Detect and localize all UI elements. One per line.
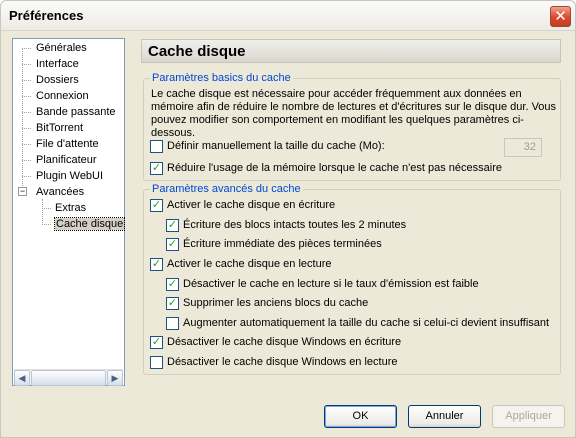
scroll-thumb[interactable] bbox=[31, 370, 106, 386]
tree-item-file-attente[interactable]: File d'attente bbox=[36, 137, 99, 152]
tree-item-avancees[interactable]: Avancées bbox=[36, 185, 84, 200]
tree-item-label: Plugin WebUI bbox=[36, 170, 104, 182]
tree-item-label: Planificateur bbox=[36, 154, 97, 166]
cancel-button[interactable]: Annuler bbox=[408, 405, 481, 428]
checkbox-box[interactable] bbox=[150, 356, 163, 369]
tree-item-label: File d'attente bbox=[36, 138, 99, 150]
tree-item-generales[interactable]: Générales bbox=[36, 41, 87, 56]
tree-item-bittorrent[interactable]: BitTorrent bbox=[36, 121, 83, 136]
cache-size-input[interactable]: 32 bbox=[504, 138, 542, 157]
ok-button[interactable]: OK bbox=[324, 405, 397, 428]
checkbox-label: Augmenter automatiquement la taille du c… bbox=[183, 317, 550, 329]
tree-item-label: Générales bbox=[36, 42, 87, 54]
checkbox-label: Écriture immédiate des pièces terminées bbox=[183, 238, 382, 250]
checkbox-label: Supprimer les anciens blocs du cache bbox=[183, 297, 369, 309]
tree-item-interface[interactable]: Interface bbox=[36, 57, 79, 72]
checkbox-label: Désactiver le cache en lecture si le tau… bbox=[183, 278, 479, 290]
window-title: Préférences bbox=[9, 8, 84, 23]
tree-item-label: Connexion bbox=[36, 90, 89, 102]
checkbox-box[interactable]: ✓ bbox=[166, 297, 179, 310]
checkbox-box[interactable]: ✓ bbox=[166, 219, 179, 232]
tree-item-extras[interactable]: Extras bbox=[55, 201, 86, 216]
title-bar[interactable]: Préférences ✕ bbox=[1, 1, 575, 31]
checkbox-label: Définir manuellement la taille du cache … bbox=[167, 140, 385, 152]
checkbox-label: Activer le cache disque en écriture bbox=[167, 199, 336, 211]
tree-item-label: BitTorrent bbox=[36, 122, 84, 134]
scroll-left-icon[interactable]: ◀ bbox=[14, 370, 30, 386]
checkbox-box[interactable] bbox=[166, 317, 179, 330]
page-title: Cache disque bbox=[148, 43, 246, 60]
checkbox-label: Activer le cache disque en lecture bbox=[167, 258, 332, 270]
scroll-right-icon[interactable]: ▶ bbox=[107, 370, 123, 386]
checkbox-label: Désactiver le cache disque Windows en éc… bbox=[167, 336, 402, 348]
tree-item-label: Interface bbox=[36, 58, 79, 70]
preferences-window: Préférences ✕ − Générales Interface Doss… bbox=[0, 0, 576, 438]
tree-item-dossiers[interactable]: Dossiers bbox=[36, 73, 79, 88]
checkbox-box[interactable]: ✓ bbox=[150, 162, 163, 175]
checkbox-box[interactable] bbox=[150, 140, 163, 153]
checkbox-box[interactable]: ✓ bbox=[166, 238, 179, 251]
checkbox-label: Désactiver le cache disque Windows en le… bbox=[167, 356, 398, 368]
basic-cache-description: Le cache disque est nécessaire pour accé… bbox=[151, 88, 557, 139]
tree-item-label: Bande passante bbox=[36, 106, 116, 118]
checkbox-box[interactable]: ✓ bbox=[150, 199, 163, 212]
tree-item-planificateur[interactable]: Planificateur bbox=[36, 153, 97, 168]
tree-horizontal-scrollbar[interactable]: ◀ ▶ bbox=[14, 369, 123, 386]
tree-item-label: Extras bbox=[55, 202, 87, 214]
collapse-icon[interactable]: − bbox=[18, 187, 27, 196]
checkbox-label: Réduire l'usage de la mémoire lorsque le… bbox=[167, 162, 502, 174]
tree-item-label: Cache disque bbox=[53, 217, 126, 231]
close-icon[interactable]: ✕ bbox=[550, 6, 571, 27]
tree-item-cache-disque[interactable]: Cache disque bbox=[53, 217, 126, 232]
basic-cache-legend: Paramètres basics du cache bbox=[150, 72, 293, 85]
tree-item-plugin-webui[interactable]: Plugin WebUI bbox=[36, 169, 103, 184]
checkbox-box[interactable]: ✓ bbox=[166, 278, 179, 291]
checkbox-box[interactable]: ✓ bbox=[150, 258, 163, 271]
checkbox-label: Écriture des blocs intacts toutes les 2 … bbox=[183, 219, 407, 231]
tree-item-label: Avancées bbox=[36, 186, 85, 198]
category-tree[interactable]: − Générales Interface Dossiers Connexion… bbox=[12, 38, 126, 386]
advanced-cache-legend: Paramètres avancés du cache bbox=[150, 183, 303, 196]
tree-item-bande-passante[interactable]: Bande passante bbox=[36, 105, 116, 120]
apply-button[interactable]: Appliquer bbox=[492, 405, 565, 428]
tree-item-label: Dossiers bbox=[36, 74, 79, 86]
page-header: Cache disque bbox=[141, 39, 561, 63]
tree-item-connexion[interactable]: Connexion bbox=[36, 89, 89, 104]
checkbox-box[interactable]: ✓ bbox=[150, 336, 163, 349]
